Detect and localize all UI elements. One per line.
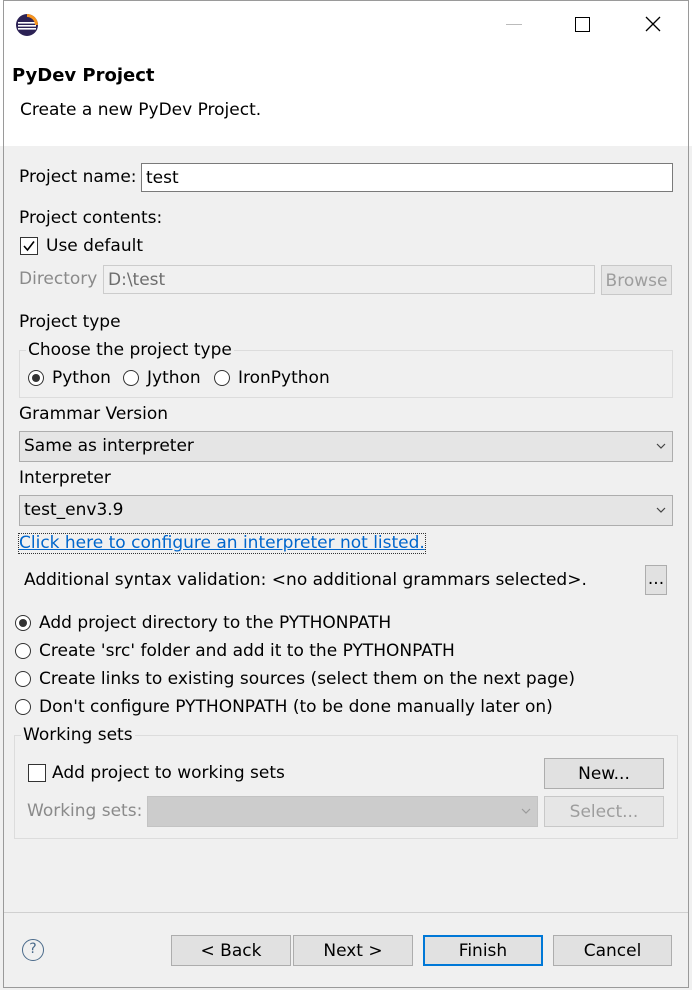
pythonpath-option-src-folder[interactable]	[15, 643, 31, 659]
pythonpath-option-none[interactable]	[15, 699, 31, 715]
select-working-sets-button: Select...	[544, 796, 664, 827]
add-to-working-sets-checkbox[interactable]	[28, 764, 46, 782]
radio-ironpython[interactable]	[214, 370, 230, 386]
pythonpath-option-add-project[interactable]	[15, 615, 31, 631]
interpreter-value: test_env3.9	[24, 500, 124, 520]
close-icon[interactable]	[645, 16, 661, 32]
back-button[interactable]: < Back	[171, 935, 291, 966]
title-bar	[0, 0, 692, 50]
browse-button: Browse	[601, 265, 672, 295]
radio-jython[interactable]	[123, 370, 139, 386]
pythonpath-option-add-project-label: Add project directory to the PYTHONPATH	[39, 613, 392, 633]
dialog-header: PyDev Project Create a new PyDev Project…	[0, 50, 692, 147]
grammar-version-select[interactable]: Same as interpreter	[19, 431, 673, 462]
pythonpath-option-links-label: Create links to existing sources (select…	[39, 669, 576, 689]
chevron-down-icon	[656, 443, 666, 449]
maximize-icon[interactable]	[575, 17, 590, 32]
working-sets-field-label: Working sets:	[27, 801, 143, 821]
add-to-working-sets-label: Add project to working sets	[52, 763, 285, 783]
footer-divider	[3, 912, 689, 913]
chevron-down-icon	[656, 507, 666, 513]
new-working-set-button[interactable]: New...	[544, 758, 664, 789]
directory-input	[103, 265, 595, 294]
working-sets-group-label: Working sets	[21, 725, 135, 745]
grammar-version-label: Grammar Version	[19, 404, 169, 424]
radio-python-label: Python	[52, 368, 111, 388]
configure-interpreter-link[interactable]: Click here to configure an interpreter n…	[18, 533, 426, 554]
finish-button[interactable]: Finish	[423, 935, 543, 966]
project-name-input[interactable]	[141, 163, 673, 192]
dialog-subtitle: Create a new PyDev Project.	[20, 100, 262, 120]
radio-python[interactable]	[28, 370, 44, 386]
choose-type-label: Choose the project type	[26, 340, 234, 360]
project-name-label: Project name:	[19, 167, 137, 187]
grammar-version-value: Same as interpreter	[24, 436, 194, 456]
working-sets-select	[147, 796, 538, 827]
pythonpath-option-links[interactable]	[15, 671, 31, 687]
use-default-checkbox[interactable]	[20, 237, 38, 255]
radio-jython-label: Jython	[147, 368, 201, 388]
eclipse-icon	[15, 13, 39, 37]
interpreter-select[interactable]: test_env3.9	[19, 495, 673, 526]
use-default-label: Use default	[46, 236, 143, 256]
project-type-label: Project type	[19, 312, 121, 332]
directory-label: Directory	[19, 269, 98, 289]
syntax-options-button[interactable]: ...	[645, 565, 667, 595]
next-button[interactable]: Next >	[293, 935, 413, 966]
checkmark-icon	[23, 241, 35, 252]
pythonpath-option-src-folder-label: Create 'src' folder and add it to the PY…	[39, 641, 455, 661]
cancel-button[interactable]: Cancel	[553, 935, 672, 966]
interpreter-label: Interpreter	[19, 468, 111, 488]
syntax-validation-text: Additional syntax validation: <no additi…	[24, 570, 587, 590]
minimize-icon[interactable]	[506, 24, 522, 25]
help-icon[interactable]: ?	[22, 939, 44, 961]
dialog-title: PyDev Project	[12, 65, 155, 86]
pythonpath-option-none-label: Don't configure PYTHONPATH (to be done m…	[39, 697, 553, 717]
project-contents-label: Project contents:	[19, 208, 163, 228]
chevron-down-icon	[521, 808, 531, 814]
radio-ironpython-label: IronPython	[238, 368, 330, 388]
